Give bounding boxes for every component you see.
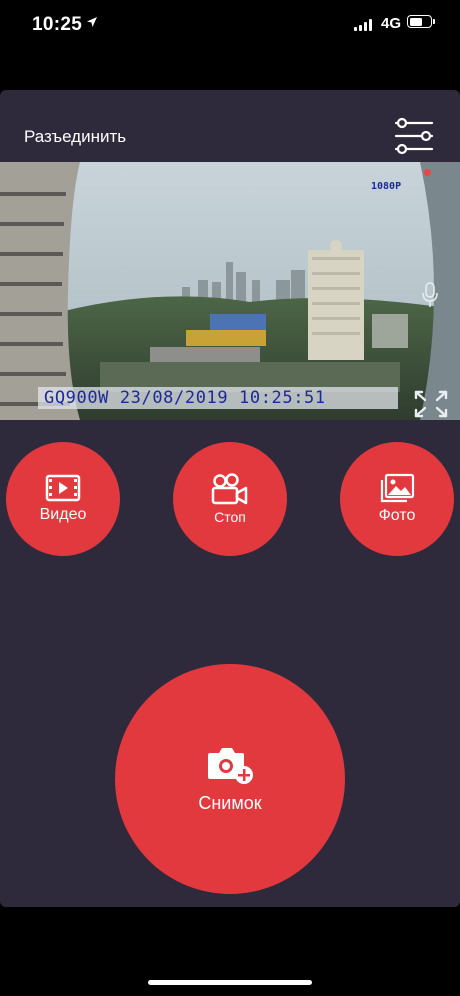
video-camera-icon bbox=[211, 473, 248, 505]
video-film-icon bbox=[45, 474, 81, 502]
settings-sliders-icon[interactable] bbox=[392, 116, 436, 156]
camera-plus-icon bbox=[208, 747, 253, 784]
signal-icon bbox=[354, 18, 372, 31]
disconnect-button[interactable]: Разъединить bbox=[24, 127, 126, 147]
network-type: 4G bbox=[381, 15, 402, 32]
camera-preview[interactable]: 1080P GQ900W 23/08/2019 10:25:51 bbox=[0, 162, 460, 420]
main-panel: Разъединить 1080P GQ900W 23/08/2019 10:2… bbox=[0, 90, 460, 907]
stop-label: Стоп bbox=[214, 509, 246, 525]
photo-label: Фото bbox=[378, 507, 416, 524]
battery-cap bbox=[433, 19, 435, 24]
snapshot-button[interactable]: Снимок bbox=[115, 664, 345, 894]
recording-dot bbox=[424, 169, 431, 176]
video-label: Видео bbox=[39, 506, 87, 523]
status-time: 10:25 bbox=[32, 14, 83, 35]
status-bar: 10:25 4G bbox=[0, 0, 460, 52]
home-indicator[interactable] bbox=[148, 980, 312, 985]
mic-icon bbox=[422, 282, 438, 307]
resolution-label: 1080P bbox=[371, 181, 402, 192]
camera-frame-image bbox=[0, 162, 460, 420]
photo-gallery-icon bbox=[380, 473, 415, 503]
osd-timestamp: GQ900W 23/08/2019 10:25:51 bbox=[44, 388, 326, 408]
video-button[interactable]: Видео bbox=[6, 442, 120, 556]
expand-icon[interactable] bbox=[414, 390, 448, 418]
snapshot-label: Снимок bbox=[198, 792, 262, 813]
location-arrow-icon bbox=[87, 17, 97, 27]
stop-button[interactable]: Стоп bbox=[173, 442, 287, 556]
photo-button[interactable]: Фото bbox=[340, 442, 454, 556]
battery-icon bbox=[407, 15, 432, 28]
